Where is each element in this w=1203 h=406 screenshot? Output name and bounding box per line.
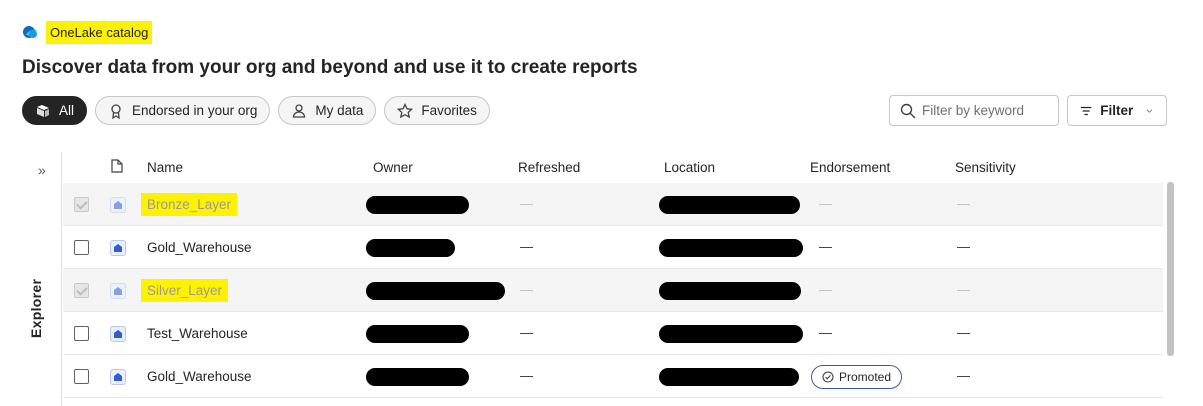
chevron-double-right-icon[interactable]: » [38, 162, 46, 178]
pill-label: All [59, 103, 75, 118]
pill-all[interactable]: All [22, 96, 88, 125]
refreshed-empty [520, 247, 533, 248]
warehouse-icon [110, 282, 126, 299]
pill-endorsed[interactable]: Endorsed in your org [95, 96, 271, 125]
redacted-location [659, 281, 801, 300]
redacted-location [659, 324, 803, 343]
search-placeholder: Filter by keyword [922, 103, 1025, 118]
endorsement-empty [819, 290, 832, 291]
star-icon [397, 102, 414, 118]
row-checkbox[interactable] [74, 369, 89, 384]
table-row[interactable]: Bronze_Layer [63, 183, 1163, 226]
row-checkbox[interactable] [74, 240, 89, 255]
header-endorsement[interactable]: Endorsement [810, 160, 890, 175]
redacted-owner [366, 238, 455, 257]
item-name[interactable]: Gold_Warehouse [141, 365, 258, 388]
scope-pills: All Endorsed in your org My data Favorit… [22, 96, 490, 125]
badge-label: Promoted [839, 369, 892, 384]
redacted-owner [366, 195, 469, 214]
sensitivity-empty [957, 333, 970, 334]
catalog-icon [37, 104, 49, 117]
header-owner[interactable]: Owner [373, 160, 413, 175]
endorsement-empty [819, 333, 832, 334]
row-checkbox[interactable] [74, 283, 89, 298]
filter-label: Filter [1100, 103, 1134, 118]
table-header: Name Owner Refreshed Location Endorsemen… [63, 152, 1176, 182]
pill-label: My data [315, 103, 364, 118]
redacted-location [659, 367, 799, 386]
redacted-owner [366, 281, 505, 300]
table-row[interactable]: Silver_Layer [63, 269, 1163, 312]
ribbon-icon [111, 103, 121, 119]
warehouse-icon [110, 325, 126, 342]
search-icon [900, 103, 916, 118]
pill-my-data[interactable]: My data [278, 96, 377, 125]
filter-icon [1080, 106, 1092, 115]
item-name[interactable]: Bronze_Layer [141, 193, 238, 216]
check-circle-icon [822, 370, 834, 383]
filter-button[interactable]: Filter [1067, 95, 1167, 126]
items-table: Name Owner Refreshed Location Endorsemen… [63, 152, 1176, 398]
table-row[interactable]: Gold_Warehouse Promoted [63, 355, 1163, 398]
person-icon [293, 103, 306, 118]
explorer-pane[interactable]: » Explorer [22, 152, 62, 406]
pill-label: Favorites [421, 103, 477, 118]
header-name[interactable]: Name [147, 160, 183, 175]
page-title: Discover data from your org and beyond a… [22, 57, 638, 78]
refreshed-empty [520, 376, 533, 377]
warehouse-icon [110, 239, 126, 256]
table-row[interactable]: Test_Warehouse [63, 312, 1163, 355]
pill-favorites[interactable]: Favorites [384, 96, 490, 125]
pill-label: Endorsed in your org [132, 103, 258, 118]
sensitivity-empty [957, 247, 970, 248]
header-sensitivity[interactable]: Sensitivity [955, 160, 1016, 175]
table-scrollbar[interactable] [1167, 182, 1174, 356]
table-row[interactable]: Gold_Warehouse [63, 226, 1163, 269]
onelake-icon [23, 26, 38, 38]
endorsement-empty [819, 247, 832, 248]
refreshed-empty [520, 204, 533, 205]
refreshed-empty [520, 333, 533, 334]
chevron-down-icon [1146, 108, 1153, 113]
file-icon [111, 159, 123, 173]
explorer-label: Explorer [28, 278, 44, 338]
sensitivity-empty [957, 204, 970, 205]
item-name[interactable]: Silver_Layer [141, 279, 229, 302]
warehouse-icon [110, 368, 126, 385]
item-name[interactable]: Gold_Warehouse [141, 236, 258, 259]
redacted-location [659, 195, 800, 214]
redacted-owner [366, 324, 469, 343]
breadcrumb: OneLake catalog [22, 19, 153, 45]
refreshed-empty [520, 290, 533, 291]
warehouse-icon [110, 196, 126, 213]
search-input[interactable]: Filter by keyword [889, 95, 1059, 126]
item-name[interactable]: Test_Warehouse [141, 322, 254, 345]
endorsement-empty [819, 204, 832, 205]
row-checkbox[interactable] [74, 326, 89, 341]
header-location[interactable]: Location [664, 160, 715, 175]
redacted-owner [366, 367, 469, 386]
breadcrumb-title[interactable]: OneLake catalog [46, 20, 153, 44]
promoted-badge: Promoted [811, 364, 903, 389]
header-refreshed[interactable]: Refreshed [518, 160, 580, 175]
redacted-location [659, 238, 803, 257]
sensitivity-empty [957, 290, 970, 291]
row-checkbox[interactable] [74, 197, 89, 212]
sensitivity-empty [957, 376, 970, 377]
